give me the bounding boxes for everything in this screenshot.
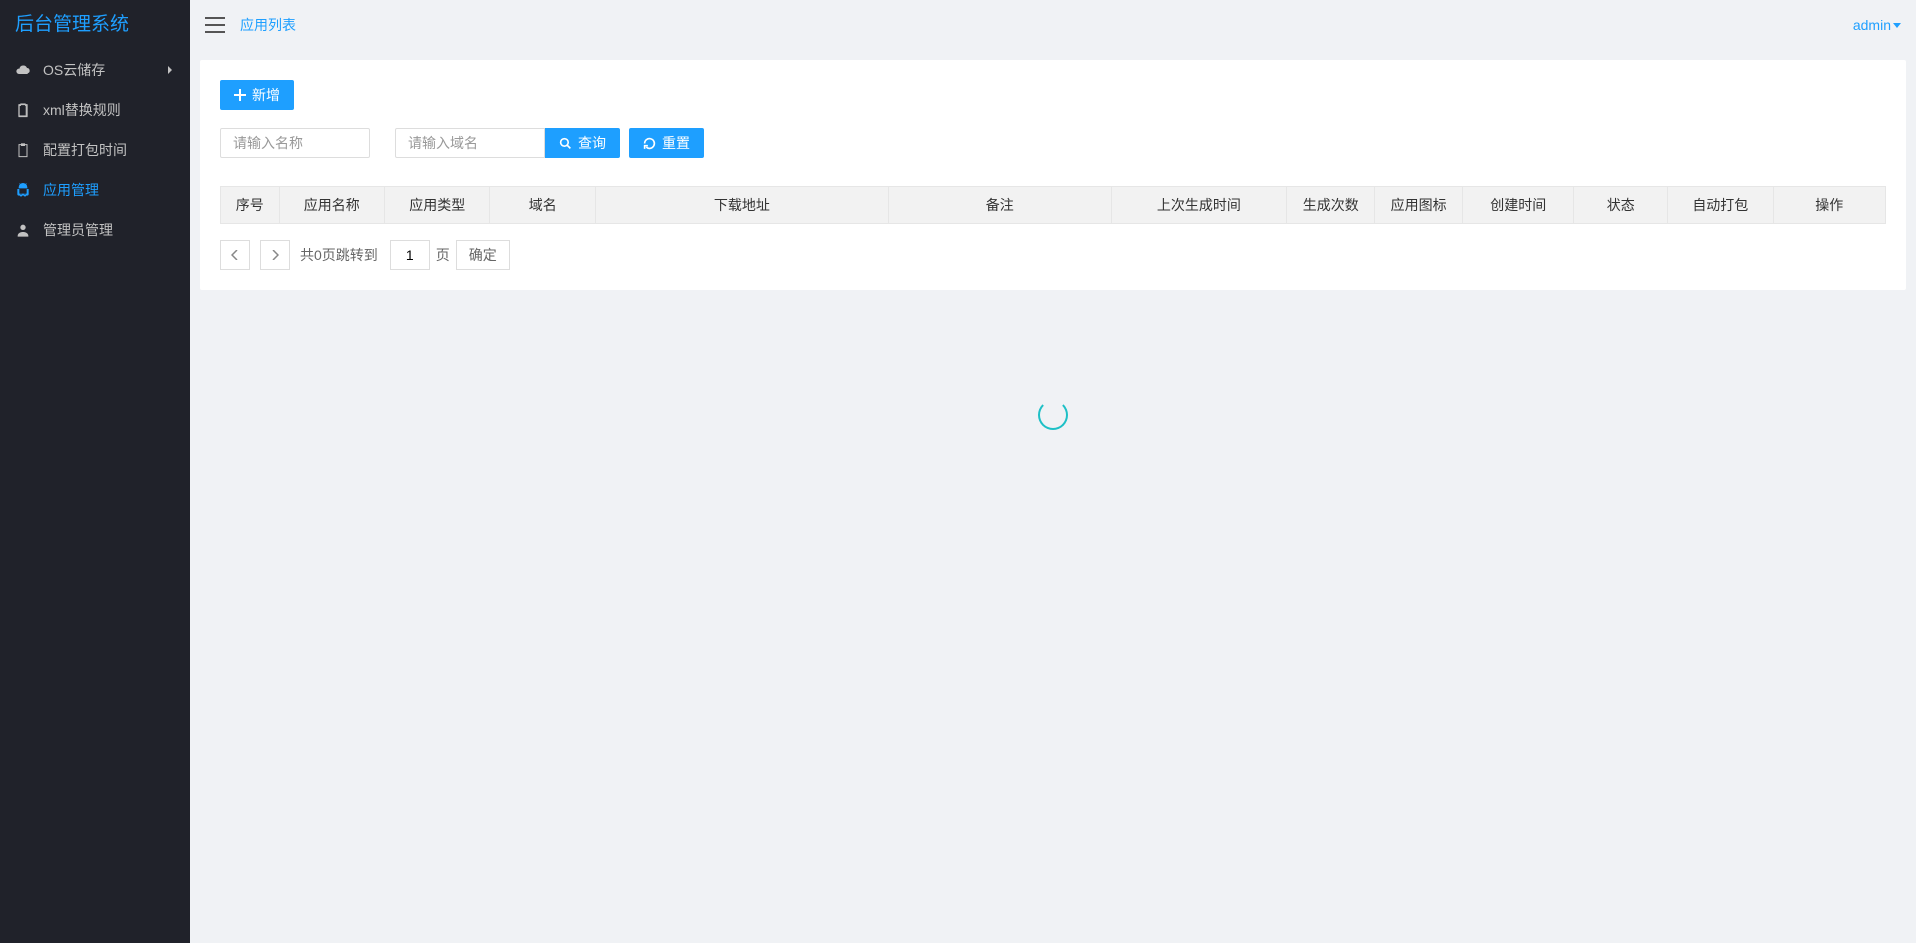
pager-page-suffix: 页 — [436, 245, 450, 265]
caret-down-icon — [1893, 23, 1901, 28]
android-icon — [15, 182, 31, 198]
table-header-cell: 应用图标 — [1375, 187, 1463, 223]
search-button-label: 查询 — [578, 133, 606, 153]
add-button-label: 新增 — [252, 85, 280, 105]
refresh-icon — [643, 137, 656, 150]
breadcrumb: 应用列表 — [240, 15, 296, 35]
sidebar-menu: OS云储存 xml替换规则 配置打包时间 应用管理 — [0, 50, 190, 250]
pager-page-input[interactable] — [390, 240, 430, 270]
table-header-cell: 应用类型 — [385, 187, 490, 223]
sidebar-item-label: OS云储存 — [43, 50, 105, 90]
menu-toggle-button[interactable] — [205, 17, 225, 33]
pager: 共0页跳转到 页 确定 — [220, 240, 1886, 270]
sidebar-item-label: 应用管理 — [43, 170, 99, 210]
sidebar-item-pack-time[interactable]: 配置打包时间 — [0, 130, 190, 170]
sidebar-item-label: xml替换规则 — [43, 90, 121, 130]
sidebar-item-xml-rules[interactable]: xml替换规则 — [0, 90, 190, 130]
table-header-cell: 上次生成时间 — [1112, 187, 1288, 223]
search-button[interactable]: 查询 — [545, 128, 620, 158]
user-name: admin — [1853, 17, 1891, 33]
chevron-right-icon — [165, 65, 175, 75]
table-header-cell: 生成次数 — [1287, 187, 1375, 223]
plus-icon — [234, 89, 246, 101]
sidebar-item-admin-manage[interactable]: 管理员管理 — [0, 210, 190, 250]
table-header-cell: 操作 — [1774, 187, 1885, 223]
table-header-cell: 备注 — [889, 187, 1112, 223]
table-header-cell: 创建时间 — [1463, 187, 1574, 223]
name-input[interactable] — [220, 128, 370, 158]
app-logo: 后台管理系统 — [0, 0, 190, 50]
top-header: 应用列表 admin — [190, 0, 1916, 50]
search-icon — [559, 137, 572, 150]
domain-input[interactable] — [395, 128, 545, 158]
clipboard-icon — [15, 102, 31, 118]
table-header-cell: 下载地址 — [596, 187, 889, 223]
loading-spinner — [1038, 400, 1068, 430]
sidebar-item-label: 配置打包时间 — [43, 130, 127, 170]
sidebar: 后台管理系统 OS云储存 xml替换规则 配置打包时间 — [0, 0, 190, 943]
add-button[interactable]: 新增 — [220, 80, 294, 110]
sidebar-item-os-storage[interactable]: OS云储存 — [0, 50, 190, 90]
cloud-icon — [15, 62, 31, 78]
sidebar-item-label: 管理员管理 — [43, 210, 113, 250]
content-panel: 新增 查询 重置 序号应用名称应用类型域名下载地址备注上次生成时间生成次数应用图… — [200, 60, 1906, 290]
table-header-cell: 域名 — [490, 187, 595, 223]
table-header-cell: 状态 — [1574, 187, 1668, 223]
table-header-row: 序号应用名称应用类型域名下载地址备注上次生成时间生成次数应用图标创建时间状态自动… — [221, 187, 1885, 223]
sidebar-item-app-manage[interactable]: 应用管理 — [0, 170, 190, 210]
table-header-cell: 序号 — [221, 187, 280, 223]
user-menu[interactable]: admin — [1853, 17, 1901, 33]
reset-button-label: 重置 — [662, 133, 690, 153]
user-icon — [15, 222, 31, 238]
data-table: 序号应用名称应用类型域名下载地址备注上次生成时间生成次数应用图标创建时间状态自动… — [220, 186, 1886, 224]
filter-bar: 查询 重置 — [220, 128, 1886, 158]
pager-total-text: 共0页跳转到 — [300, 245, 378, 265]
pager-confirm-button[interactable]: 确定 — [456, 240, 510, 270]
toolbar: 新增 — [220, 80, 1886, 110]
pager-next-button[interactable] — [260, 240, 290, 270]
table-header-cell: 应用名称 — [280, 187, 385, 223]
table-header-cell: 自动打包 — [1668, 187, 1773, 223]
pager-prev-button[interactable] — [220, 240, 250, 270]
reset-button[interactable]: 重置 — [629, 128, 704, 158]
clipboard-icon — [15, 142, 31, 158]
main-content: 新增 查询 重置 序号应用名称应用类型域名下载地址备注上次生成时间生成次数应用图… — [190, 50, 1916, 943]
